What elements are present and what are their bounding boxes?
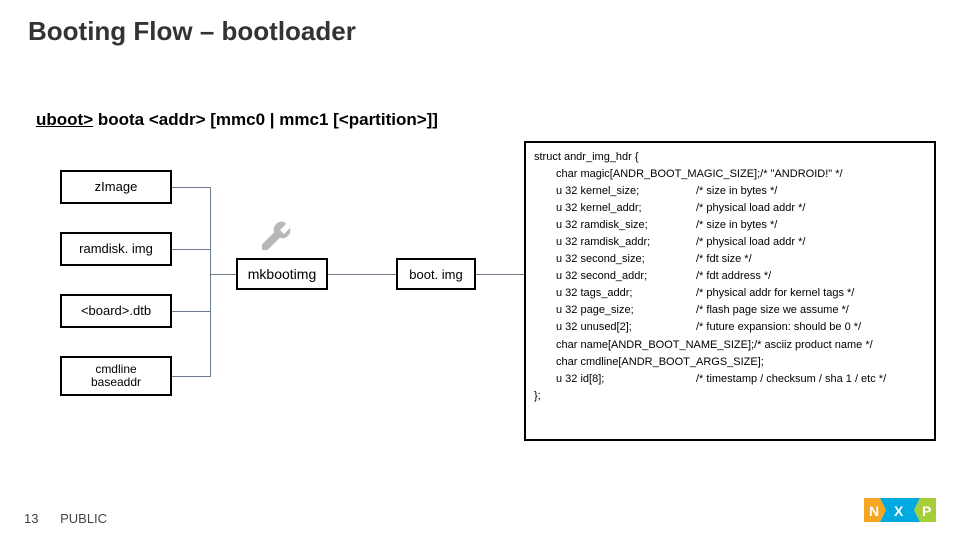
struct-field: u 32 second_size; (556, 251, 696, 268)
struct-line: u 32 kernel_size; /* size in bytes */ (534, 183, 926, 200)
connector (328, 274, 396, 275)
svg-text:P: P (922, 503, 931, 519)
struct-field: u 32 ramdisk_addr; (556, 234, 696, 251)
uboot-prompt: uboot> (36, 110, 93, 129)
struct-field: char name[ANDR_BOOT_NAME_SIZE]; (556, 337, 754, 354)
struct-body: char magic[ANDR_BOOT_MAGIC_SIZE]; /* "AN… (534, 166, 926, 388)
struct-line: char cmdline[ANDR_BOOT_ARGS_SIZE]; (534, 354, 926, 371)
footer: 13 PUBLIC (24, 511, 107, 526)
uboot-command: uboot> boota <addr> [mmc0 | mmc1 [<parti… (36, 110, 438, 130)
svg-text:N: N (869, 503, 879, 519)
slide: Booting Flow – bootloader uboot> boota <… (0, 0, 960, 540)
struct-code: struct andr_img_hdr { char magic[ANDR_BO… (524, 141, 936, 441)
struct-open: struct andr_img_hdr { (534, 149, 926, 166)
connector (210, 274, 236, 275)
struct-field: u 32 kernel_size; (556, 183, 696, 200)
struct-comment: /* physical load addr */ (696, 200, 805, 217)
struct-comment: /* "ANDROID!" */ (760, 166, 842, 183)
struct-comment: /* size in bytes */ (696, 183, 777, 200)
struct-field: char magic[ANDR_BOOT_MAGIC_SIZE]; (556, 166, 760, 183)
struct-field: u 32 kernel_addr; (556, 200, 696, 217)
struct-line: u 32 second_addr; /* fdt address */ (534, 268, 926, 285)
struct-field: u 32 second_addr; (556, 268, 696, 285)
connector (172, 376, 210, 377)
bootimg-box: boot. img (396, 258, 476, 290)
wrench-svg (256, 216, 296, 256)
struct-field: u 32 tags_addr; (556, 285, 696, 302)
connector (210, 187, 211, 377)
connector (172, 311, 210, 312)
struct-field: char cmdline[ANDR_BOOT_ARGS_SIZE]; (556, 354, 764, 371)
connector (476, 274, 524, 275)
svg-text:X: X (894, 503, 904, 519)
struct-field: u 32 page_size; (556, 302, 696, 319)
struct-comment: /* fdt address */ (696, 268, 771, 285)
nxp-logo-svg: N X P (864, 495, 936, 525)
connector (172, 187, 210, 188)
struct-field: u 32 unused[2]; (556, 319, 696, 336)
input-ramdisk: ramdisk. img (60, 232, 172, 266)
footer-label: PUBLIC (60, 511, 107, 526)
uboot-args: boota <addr> [mmc0 | mmc1 [<partition>]] (93, 110, 438, 129)
wrench-icon (256, 216, 296, 256)
struct-field: u 32 id[8]; (556, 371, 696, 388)
struct-comment: /* timestamp / checksum / sha 1 / etc */ (696, 371, 886, 388)
struct-line: char magic[ANDR_BOOT_MAGIC_SIZE]; /* "AN… (534, 166, 926, 183)
input-cmdline-baseaddr: cmdline baseaddr (60, 356, 172, 396)
page-title: Booting Flow – bootloader (28, 16, 356, 47)
struct-line: u 32 page_size; /* flash page size we as… (534, 302, 926, 319)
input-board-dtb: <board>.dtb (60, 294, 172, 328)
nxp-logo: N X P (864, 495, 936, 530)
struct-line: u 32 tags_addr; /* physical addr for ker… (534, 285, 926, 302)
struct-comment: /* physical addr for kernel tags */ (696, 285, 854, 302)
struct-field: u 32 ramdisk_size; (556, 217, 696, 234)
page-number: 13 (24, 511, 38, 526)
mkbootimg-box: mkbootimg (236, 258, 328, 290)
struct-line: char name[ANDR_BOOT_NAME_SIZE]; /* ascii… (534, 337, 926, 354)
struct-line: u 32 id[8]; /* timestamp / checksum / sh… (534, 371, 926, 388)
struct-comment: /* fdt size */ (696, 251, 752, 268)
struct-comment: /* size in bytes */ (696, 217, 777, 234)
struct-line: u 32 unused[2]; /* future expansion: sho… (534, 319, 926, 336)
struct-close: }; (534, 388, 926, 405)
struct-line: u 32 ramdisk_addr; /* physical load addr… (534, 234, 926, 251)
input-zimage: zImage (60, 170, 172, 204)
struct-line: u 32 ramdisk_size; /* size in bytes */ (534, 217, 926, 234)
connector (172, 249, 210, 250)
struct-comment: /* asciiz product name */ (754, 337, 873, 354)
diagram: zImage ramdisk. img <board>.dtb cmdline … (36, 170, 536, 430)
struct-comment: /* physical load addr */ (696, 234, 805, 251)
struct-comment: /* flash page size we assume */ (696, 302, 849, 319)
struct-comment: /* future expansion: should be 0 */ (696, 319, 861, 336)
struct-line: u 32 second_size; /* fdt size */ (534, 251, 926, 268)
struct-line: u 32 kernel_addr; /* physical load addr … (534, 200, 926, 217)
